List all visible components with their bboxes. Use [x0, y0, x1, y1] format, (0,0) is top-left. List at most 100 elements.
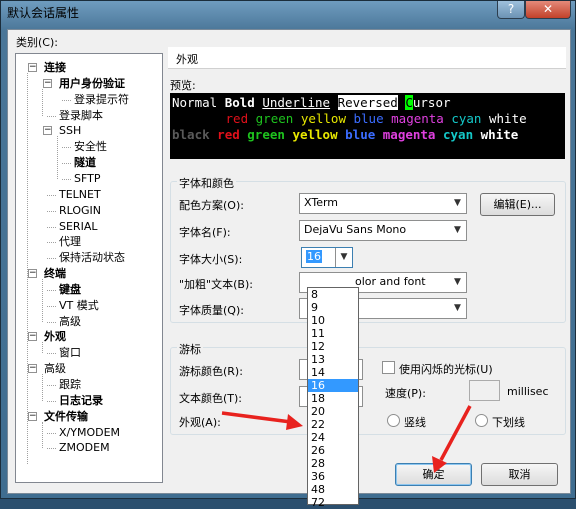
edit-scheme-button[interactable]: 编辑(E)... — [480, 193, 555, 216]
tree-expander-icon[interactable]: − — [43, 78, 52, 88]
font-size-option[interactable]: 14 — [308, 366, 358, 379]
vline-label: 竖线 — [404, 416, 426, 429]
close-button[interactable]: ✕ — [525, 1, 571, 19]
font-size-option[interactable]: 9 — [308, 301, 358, 314]
tree-connector — [47, 258, 56, 260]
tree-item[interactable]: 跟踪 — [59, 378, 81, 391]
tree-expander-icon[interactable]: − — [28, 63, 37, 72]
preview-color-green: green — [255, 111, 294, 126]
font-size-option[interactable]: 36 — [308, 470, 358, 483]
font-size-option[interactable]: 28 — [308, 457, 358, 470]
font-size-option[interactable]: 8 — [308, 288, 358, 301]
font-size-option[interactable]: 24 — [308, 431, 358, 444]
font-size-option[interactable]: 26 — [308, 444, 358, 457]
font-size-option[interactable]: 18 — [308, 392, 358, 405]
tree-item[interactable]: 文件传输 — [44, 410, 88, 423]
tree-connector — [47, 448, 56, 450]
tree-connector — [47, 289, 56, 291]
tree-item[interactable]: X/YMODEM — [59, 426, 120, 439]
preview-line-1: Normal Bold Underline Reversed Cursor — [172, 95, 565, 111]
tree-connector — [62, 163, 71, 165]
font-name-value: DejaVu Sans Mono — [304, 223, 407, 236]
tree-item[interactable]: SFTP — [74, 172, 100, 185]
tree-item[interactable]: 外观 — [44, 330, 66, 343]
font-size-option[interactable]: 72 — [308, 496, 358, 509]
tree-connector — [47, 210, 56, 212]
tree-item[interactable]: SSH — [59, 124, 81, 137]
preview-cursor: C — [405, 95, 413, 110]
tree-item[interactable]: 键盘 — [59, 283, 81, 296]
font-size-option[interactable]: 16 — [308, 379, 358, 392]
window-title: 默认会话属性 — [7, 6, 80, 20]
tree-connector — [42, 374, 43, 401]
tree-item[interactable]: 安全性 — [74, 140, 107, 153]
tree-item[interactable]: 用户身份验证 — [59, 77, 125, 90]
tree-item[interactable]: 代理 — [59, 235, 81, 248]
tree-connector — [47, 353, 56, 355]
preview-color-magenta: magenta — [382, 127, 436, 142]
font-size-label: 字体大小(S): — [179, 253, 243, 266]
font-size-option[interactable]: 11 — [308, 327, 358, 340]
font-size-option[interactable]: 10 — [308, 314, 358, 327]
tree-item[interactable]: RLOGIN — [59, 204, 101, 217]
speed-input[interactable] — [469, 380, 500, 401]
font-name-select[interactable]: DejaVu Sans Mono ▼ — [299, 220, 467, 241]
bold-text-label: "加粗"文本(B): — [179, 278, 253, 291]
cancel-button[interactable]: 取消 — [481, 463, 558, 486]
preview-color-magenta: magenta — [391, 111, 444, 126]
tree-item[interactable]: 隧道 — [74, 156, 96, 169]
tree-connector — [47, 226, 56, 228]
tree-item[interactable]: SERIAL — [59, 220, 97, 233]
tree-item[interactable]: 终端 — [44, 267, 66, 280]
tree-item[interactable]: 高级 — [59, 315, 81, 328]
tree-expander-icon[interactable]: − — [28, 364, 37, 374]
tree-item[interactable]: VT 模式 — [59, 299, 99, 312]
category-tree[interactable]: − 连接 − 用户身份验证 登录提示符 登录脚本 − SSH 安全性 隧道 SFTP TELNET RL… — [15, 53, 163, 483]
chevron-down-icon: ▼ — [454, 198, 461, 208]
preview-color-yellow: yellow — [292, 127, 338, 142]
tree-item[interactable]: 登录脚本 — [59, 109, 103, 122]
preview-color-green: green — [247, 127, 285, 142]
preview-cursor-rest: ursor — [412, 95, 451, 110]
preview-color-yellow: yellow — [300, 111, 346, 126]
ok-button[interactable]: 确定 — [395, 463, 472, 486]
panel-title: 外观 — [176, 53, 198, 66]
font-size-option[interactable]: 22 — [308, 418, 358, 431]
scheme-select[interactable]: XTerm ▼ — [299, 193, 467, 214]
preview-color-white: white — [480, 127, 519, 142]
preview-label: 预览: — [170, 79, 196, 92]
speed-unit: millisec — [507, 385, 549, 398]
tree-expander-icon[interactable]: − — [28, 269, 37, 279]
tree-expander-icon[interactable]: − — [43, 126, 52, 136]
tree-connector — [47, 115, 56, 117]
tree-item[interactable]: 保持活动状态 — [59, 251, 125, 264]
tree-item[interactable]: 登录提示符 — [74, 93, 129, 106]
font-size-dropdown-list[interactable]: 8 9 10 11 12 13 14 16 18 20 22 24 26 28 36 48 72 — [307, 287, 359, 509]
tree-connector — [47, 242, 56, 244]
font-size-option[interactable]: 12 — [308, 340, 358, 353]
font-size-option[interactable]: 48 — [308, 483, 358, 496]
font-size-option[interactable]: 20 — [308, 405, 358, 418]
preview-underline: Underline — [262, 95, 331, 110]
dialog-window: 默认会话属性 ? ✕ 类别(C): − 连接 − 用户身份验证 登录提示符 登录脚本 − SS… — [0, 0, 576, 509]
chevron-down-icon: ▼ — [454, 225, 461, 235]
tree-item[interactable]: 连接 — [44, 61, 66, 74]
tree-item[interactable]: 日志记录 — [59, 394, 103, 407]
blink-cursor-label: 使用闪烁的光标(U) — [399, 363, 493, 376]
vline-radio[interactable] — [387, 414, 400, 427]
cursor-color-label: 游标颜色(R): — [179, 365, 243, 378]
blink-cursor-checkbox[interactable] — [382, 361, 395, 374]
tree-item[interactable]: 窗口 — [59, 346, 81, 359]
tree-expander-icon[interactable]: − — [28, 411, 37, 421]
font-size-select[interactable]: 16 ▼ — [301, 247, 353, 268]
tree-expander-icon[interactable]: − — [28, 332, 37, 342]
underline-radio[interactable] — [475, 414, 488, 427]
tree-connector — [47, 305, 56, 307]
font-size-option[interactable]: 13 — [308, 353, 358, 366]
preview-bold: Bold — [224, 95, 255, 110]
tree-connector — [47, 194, 56, 196]
tree-item[interactable]: TELNET — [59, 188, 101, 201]
tree-item[interactable]: 高级 — [44, 362, 66, 375]
help-button[interactable]: ? — [497, 1, 525, 19]
tree-item[interactable]: ZMODEM — [59, 441, 110, 454]
